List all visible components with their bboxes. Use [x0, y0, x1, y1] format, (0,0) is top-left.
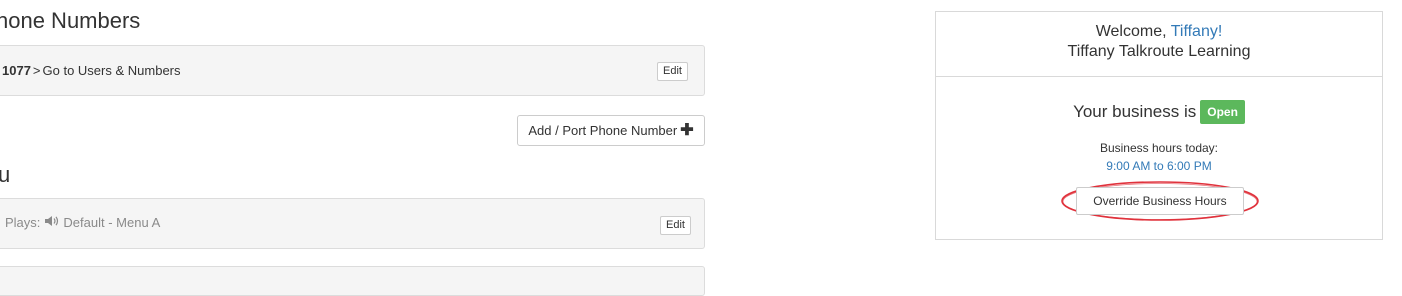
- open-status-badge: Open: [1200, 100, 1245, 124]
- welcome-prefix: Welcome,: [1095, 23, 1167, 40]
- phone-edit-button[interactable]: Edit: [657, 62, 688, 81]
- add-port-phone-number-button[interactable]: Add / Port Phone Number ✚: [517, 115, 705, 146]
- menu-row: Plays: Default - Menu A Edit: [0, 198, 705, 249]
- add-port-label: Add / Port Phone Number: [528, 123, 678, 138]
- menu-heading: u: [0, 162, 11, 187]
- user-name-link[interactable]: Tiffany!: [1171, 23, 1223, 40]
- welcome-line: Welcome, Tiffany!: [936, 22, 1382, 42]
- phone-numbers-heading: hone Numbers: [0, 8, 141, 33]
- plus-icon: ✚: [680, 121, 694, 139]
- next-row-partial: [0, 266, 705, 296]
- phone-row-text: 1077 > Go to Users & Numbers: [2, 63, 181, 78]
- override-business-hours-button[interactable]: Override Business Hours: [1076, 187, 1244, 215]
- phone-number: 1077: [2, 63, 31, 78]
- phone-number-row: 1077 > Go to Users & Numbers Edit: [0, 45, 705, 96]
- chevron-right-icon: >: [32, 63, 41, 78]
- status-prefix: Your business is: [1073, 102, 1197, 121]
- business-status-card: Welcome, Tiffany! Tiffany Talkroute Lear…: [935, 11, 1383, 240]
- business-status-line: Your business is Open: [936, 100, 1382, 124]
- goto-users-numbers-link[interactable]: Go to Users & Numbers: [43, 63, 181, 78]
- speaker-icon[interactable]: [44, 215, 59, 230]
- menu-name[interactable]: Default - Menu A: [63, 215, 160, 230]
- hours-label: Business hours today:: [1099, 141, 1219, 155]
- menu-row-text: Plays: Default - Menu A: [5, 215, 160, 230]
- hours-value-link[interactable]: 9:00 AM to 6:00 PM: [936, 159, 1382, 173]
- business-name: Tiffany Talkroute Learning: [1067, 43, 1251, 60]
- menu-edit-button[interactable]: Edit: [660, 216, 691, 235]
- plays-label: Plays:: [5, 215, 41, 230]
- card-header: Welcome, Tiffany! Tiffany Talkroute Lear…: [936, 12, 1382, 77]
